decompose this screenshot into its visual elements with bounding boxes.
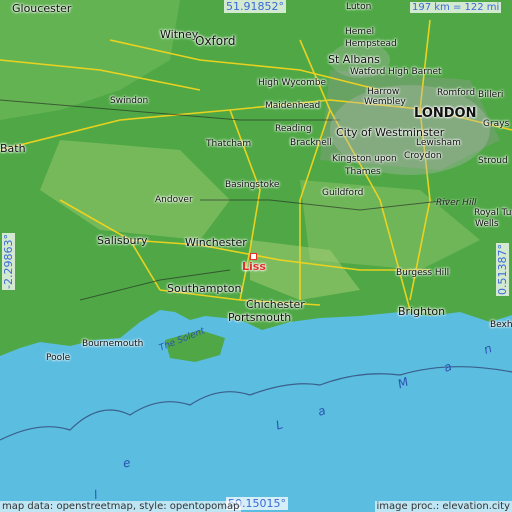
topographic-map[interactable]: Gloucester Luton Witney Oxford Hemel Hem…	[0, 0, 512, 512]
label-brighton: Brighton	[398, 305, 446, 318]
label-high-barnet: High Barnet	[388, 67, 442, 77]
label-london: LONDON	[414, 106, 477, 121]
label-billericay: Billeri	[478, 90, 504, 100]
label-witney: Witney	[160, 28, 199, 41]
label-royal-tunbridge: Royal Tu	[474, 208, 512, 218]
label-winchester: Winchester	[185, 236, 247, 249]
attribution-image-proc: image proc.: elevation.city	[374, 501, 512, 512]
label-swindon: Swindon	[110, 96, 149, 106]
label-thatcham: Thatcham	[206, 139, 252, 149]
label-salisbury: Salisbury	[97, 234, 148, 247]
label-wells: Wells	[475, 219, 499, 229]
label-burgess-hill: Burgess Hill	[396, 268, 450, 278]
label-bracknell: Bracknell	[290, 138, 332, 148]
label-guildford: Guildford	[322, 188, 364, 198]
label-maidenhead: Maidenhead	[265, 101, 321, 111]
label-kingston: Kingston upon	[332, 154, 397, 164]
label-bexhill: Bexh	[490, 320, 512, 330]
label-thames: Thames	[345, 167, 381, 177]
label-high-wycombe: High Wycombe	[258, 78, 327, 88]
label-st-albans: St Albans	[328, 53, 380, 66]
label-watford: Watford	[350, 67, 386, 77]
label-poole: Poole	[46, 353, 71, 363]
label-hempstead: Hempstead	[345, 39, 397, 49]
east-longitude: 0.51387°	[496, 243, 509, 296]
liss-marker-icon	[250, 253, 257, 260]
label-chichester: Chichester	[246, 298, 305, 311]
label-wembley: Wembley	[364, 97, 406, 107]
label-southampton: Southampton	[167, 282, 242, 295]
label-bournemouth: Bournemouth	[82, 339, 144, 349]
label-andover: Andover	[155, 195, 193, 205]
label-grays: Grays	[483, 119, 510, 129]
attribution-map-data: map data: openstreetmap, style: opentopo…	[0, 501, 242, 512]
label-portsmouth: Portsmouth	[228, 311, 292, 324]
label-romford: Romford	[437, 88, 476, 98]
label-stroud: Stroud	[478, 156, 508, 166]
label-river-hill: River Hill	[436, 198, 477, 208]
label-lewisham: Lewisham	[416, 138, 461, 148]
label-bath: Bath	[0, 142, 26, 155]
label-hemel: Hemel	[345, 27, 375, 37]
label-harrow: Harrow	[367, 87, 400, 97]
label-luton: Luton	[346, 2, 372, 12]
label-basingstoke: Basingstoke	[225, 180, 280, 190]
west-longitude: -2.29863°	[2, 233, 15, 290]
label-gloucester: Gloucester	[12, 2, 72, 15]
scale-bar: 197 km = 122 mi	[410, 2, 502, 13]
label-liss: Liss	[242, 260, 266, 273]
label-reading: Reading	[275, 124, 312, 134]
label-croydon: Croydon	[404, 151, 442, 161]
north-latitude: 51.91852°	[224, 0, 286, 13]
label-oxford: Oxford	[195, 34, 236, 48]
